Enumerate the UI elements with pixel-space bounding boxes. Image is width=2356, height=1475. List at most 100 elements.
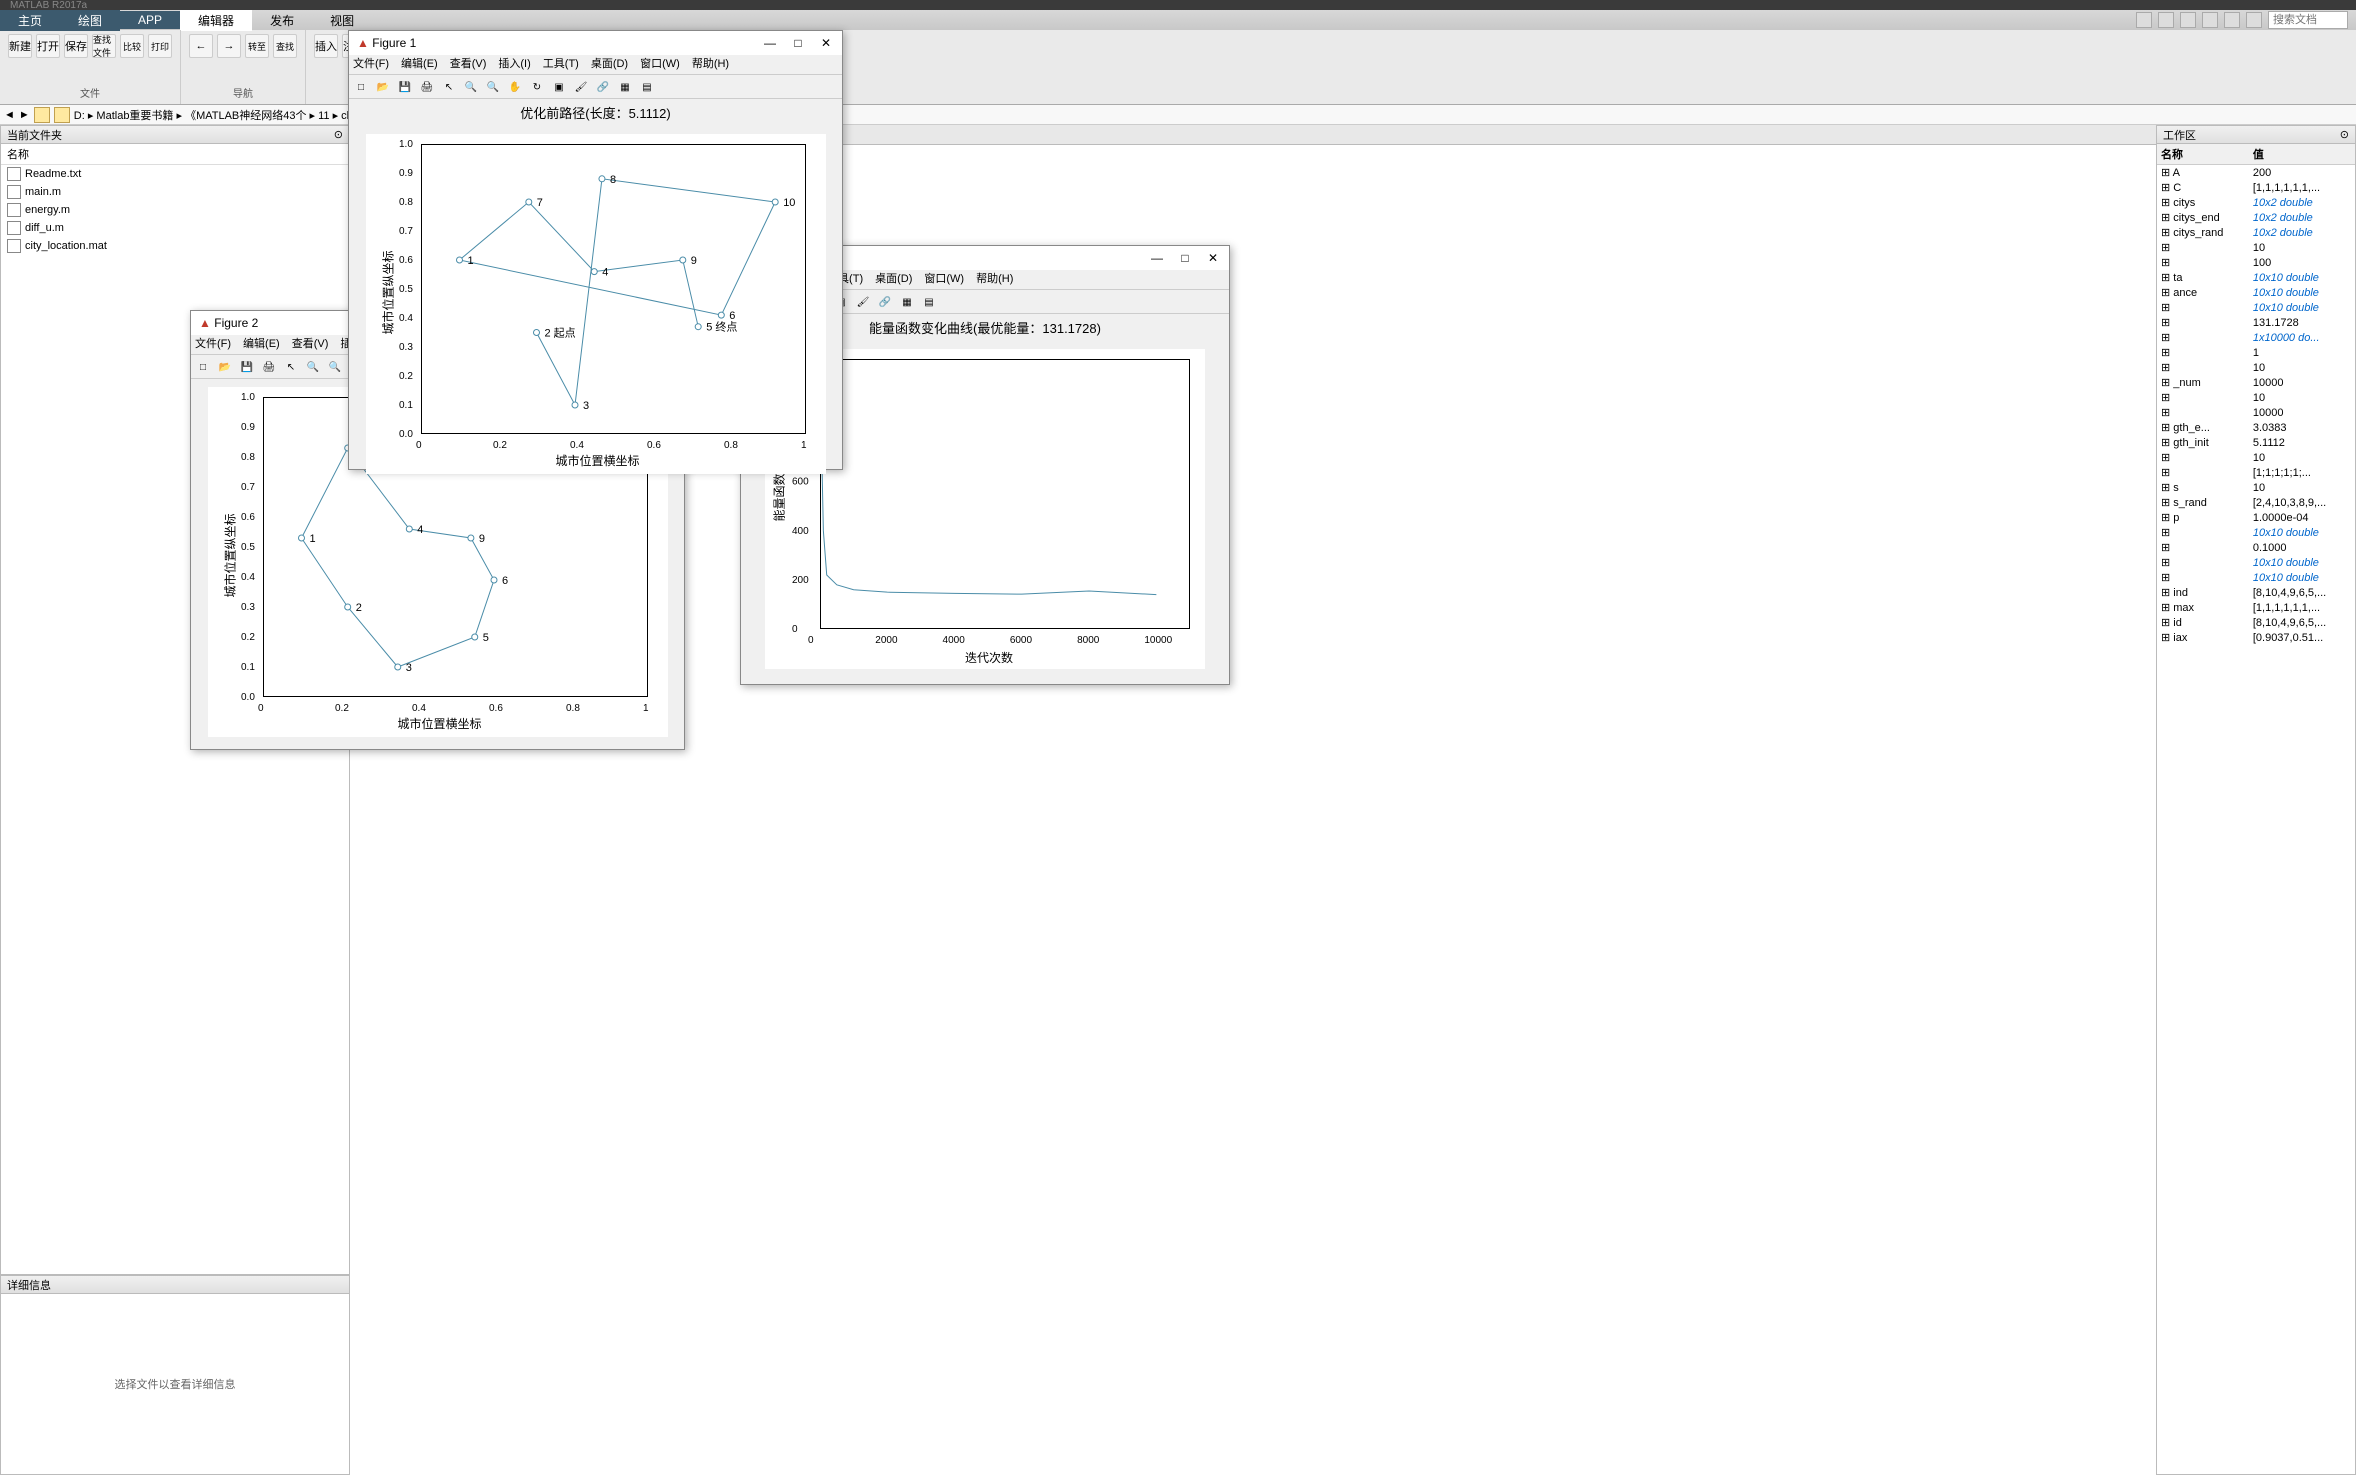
workspace-var[interactable]: ⊞ s_rand[2,4,10,3,8,9,... (2157, 495, 2355, 510)
workspace-var[interactable]: ⊞ p1.0000e-04 (2157, 510, 2355, 525)
rotate-icon[interactable]: ↻ (527, 77, 547, 97)
figure-menu-item[interactable]: 编辑(E) (243, 335, 280, 354)
workspace-var[interactable]: ⊞ 1x10000 do... (2157, 330, 2355, 345)
figure-menu-item[interactable]: 窗口(W) (640, 55, 680, 74)
workspace-var[interactable]: ⊞ ind[8,10,4,9,6,5,... (2157, 585, 2355, 600)
save-icon[interactable] (2136, 12, 2152, 28)
workspace-var[interactable]: ⊞ 10 (2157, 450, 2355, 465)
figure-menu-item[interactable]: 文件(F) (353, 55, 389, 74)
workspace-var[interactable]: ⊞ citys10x2 double (2157, 195, 2355, 210)
forward-icon[interactable]: ► (19, 109, 30, 121)
brush-icon[interactable]: 🖌 (853, 292, 873, 312)
figure-menu-item[interactable]: 插入(I) (498, 55, 530, 74)
zoom-out-icon[interactable]: 🔍 (483, 77, 503, 97)
folder-up-icon[interactable] (34, 107, 50, 123)
zoom-in-icon[interactable]: 🔍 (303, 357, 323, 377)
tool-插入[interactable]: 插入 (314, 34, 338, 58)
file-item[interactable]: main.m (1, 183, 349, 201)
close-icon[interactable]: ✕ (1205, 250, 1221, 266)
pan-icon[interactable]: ✋ (505, 77, 525, 97)
maximize-icon[interactable]: □ (1177, 250, 1193, 266)
tool-新建[interactable]: 新建 (8, 34, 32, 58)
workspace-var[interactable]: ⊞ s10 (2157, 480, 2355, 495)
close-icon[interactable]: ✕ (818, 35, 834, 51)
legend-icon[interactable]: ▤ (637, 77, 657, 97)
figure-menu-item[interactable]: 文件(F) (195, 335, 231, 354)
print-icon[interactable]: 🖨 (259, 357, 279, 377)
tool-extra[interactable]: 打印 (148, 34, 172, 58)
workspace-var[interactable]: ⊞ 10 (2157, 390, 2355, 405)
back-icon[interactable]: ◄ (4, 109, 15, 121)
undo-icon[interactable] (2224, 12, 2240, 28)
save-icon[interactable]: 💾 (395, 77, 415, 97)
ribbon-tab-2[interactable]: APP (120, 11, 180, 29)
link-icon[interactable]: 🔗 (593, 77, 613, 97)
figure-menu-item[interactable]: 帮助(H) (692, 55, 729, 74)
open-icon[interactable]: 📂 (215, 357, 235, 377)
tool-→[interactable]: → (217, 34, 241, 58)
workspace-var[interactable]: ⊞ 131.1728 (2157, 315, 2355, 330)
workspace-var[interactable]: ⊞ 1 (2157, 345, 2355, 360)
new-icon[interactable]: □ (193, 357, 213, 377)
workspace-var[interactable]: ⊞ 10 (2157, 240, 2355, 255)
ribbon-tab-1[interactable]: 绘图 (60, 10, 120, 31)
figure-menu-item[interactable]: 查看(V) (450, 55, 487, 74)
workspace-var[interactable]: ⊞ A200 (2157, 165, 2355, 181)
figure1-title-bar[interactable]: ▲ Figure 1 — □ ✕ (349, 31, 842, 55)
workspace-var[interactable]: ⊞ gth_init5.1112 (2157, 435, 2355, 450)
figure-menu-item[interactable]: 窗口(W) (924, 270, 964, 289)
workspace-var[interactable]: ⊞ ance10x10 double (2157, 285, 2355, 300)
workspace-var[interactable]: ⊞ 10 (2157, 360, 2355, 375)
figure-menu-item[interactable]: 桌面(D) (875, 270, 912, 289)
ribbon-tab-5[interactable]: 视图 (312, 10, 372, 31)
workspace-var[interactable]: ⊞ _num10000 (2157, 375, 2355, 390)
workspace-var[interactable]: ⊞ C[1,1,1,1,1,1,... (2157, 180, 2355, 195)
figure-menu-item[interactable]: 桌面(D) (591, 55, 628, 74)
tool-←[interactable]: ← (189, 34, 213, 58)
colorbar-icon[interactable]: ▦ (897, 292, 917, 312)
zoom-out-icon[interactable]: 🔍 (325, 357, 345, 377)
workspace-var[interactable]: ⊞ 10x10 double (2157, 300, 2355, 315)
minimize-icon[interactable]: — (762, 35, 778, 51)
name-column-header[interactable]: 名称 (1, 144, 349, 165)
paste-icon[interactable] (2202, 12, 2218, 28)
workspace-var[interactable]: ⊞ gth_e...3.0383 (2157, 420, 2355, 435)
figure1-window[interactable]: ▲ Figure 1 — □ ✕ 文件(F) 编辑(E) 查看(V) 插入(I) 工具(… (348, 30, 843, 470)
print-icon[interactable]: 🖨 (417, 77, 437, 97)
figure-menu-item[interactable]: 工具(T) (543, 55, 579, 74)
file-item[interactable]: city_location.mat (1, 237, 349, 255)
brush-icon[interactable]: 🖌 (571, 77, 591, 97)
address-path[interactable]: D: ▸ Matlab重要书籍 ▸ 《MATLAB神经网络43个 ▸ 11 ▸ … (74, 107, 390, 123)
datatip-icon[interactable]: ▣ (549, 77, 569, 97)
link-icon[interactable]: 🔗 (875, 292, 895, 312)
help-icon[interactable] (2246, 12, 2262, 28)
pointer-icon[interactable]: ↖ (439, 77, 459, 97)
workspace-var[interactable]: ⊞ 10x10 double (2157, 570, 2355, 585)
ws-col-value[interactable]: 值 (2249, 144, 2355, 165)
ribbon-tab-4[interactable]: 发布 (252, 10, 312, 31)
figure-menu-item[interactable]: 帮助(H) (976, 270, 1013, 289)
tool-extra[interactable]: 比较 (120, 34, 144, 58)
new-icon[interactable]: □ (351, 77, 371, 97)
ribbon-tab-3[interactable]: 编辑器 (180, 10, 252, 31)
figure-menu-item[interactable]: 编辑(E) (401, 55, 438, 74)
workspace-var[interactable]: ⊞ citys_rand10x2 double (2157, 225, 2355, 240)
minimize-icon[interactable]: — (1149, 250, 1165, 266)
copy-icon[interactable] (2180, 12, 2196, 28)
tool-打开[interactable]: 打开 (36, 34, 60, 58)
ribbon-tab-0[interactable]: 主页 (0, 10, 60, 31)
maximize-icon[interactable]: □ (790, 35, 806, 51)
figure-menu-item[interactable]: 查看(V) (292, 335, 329, 354)
tool-extra[interactable]: 查找 (273, 34, 297, 58)
legend-icon[interactable]: ▤ (919, 292, 939, 312)
open-icon[interactable]: 📂 (373, 77, 393, 97)
workspace-var[interactable]: ⊞ ta10x10 double (2157, 270, 2355, 285)
file-item[interactable]: diff_u.m (1, 219, 349, 237)
pointer-icon[interactable]: ↖ (281, 357, 301, 377)
colorbar-icon[interactable]: ▦ (615, 77, 635, 97)
workspace-var[interactable]: ⊞ id[8,10,4,9,6,5,... (2157, 615, 2355, 630)
workspace-var[interactable]: ⊞ 10x10 double (2157, 525, 2355, 540)
tool-保存[interactable]: 保存 (64, 34, 88, 58)
workspace-var[interactable]: ⊞ max[1,1,1,1,1,1,... (2157, 600, 2355, 615)
tool-extra[interactable]: 查找文件 (92, 34, 116, 58)
